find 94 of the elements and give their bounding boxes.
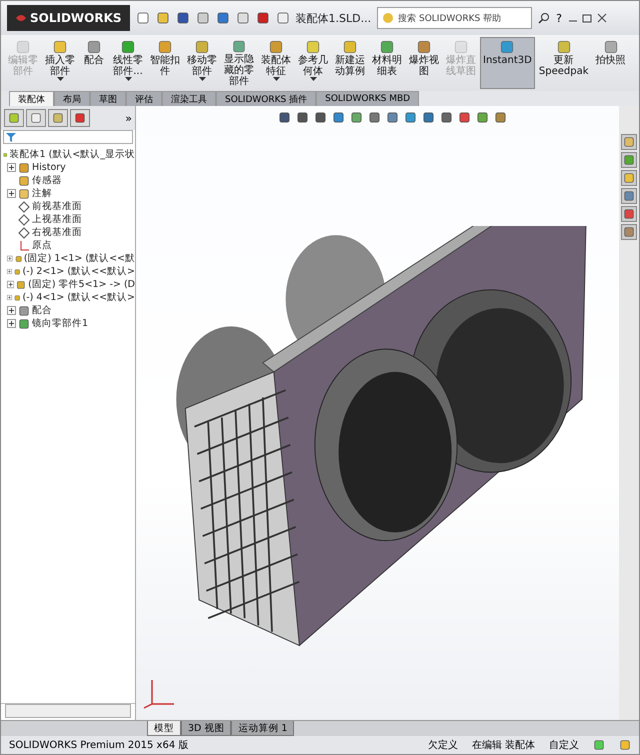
task-pane-icon <box>623 190 635 202</box>
command-tab[interactable]: 草图 <box>90 91 126 106</box>
product-version: SOLIDWORKS Premium 2015 x64 版 <box>9 739 190 752</box>
command-tab[interactable]: SOLIDWORKS 插件 <box>216 91 316 106</box>
feature-tree-tab[interactable] <box>4 109 24 127</box>
tree-item[interactable]: 上视基准面 <box>32 213 82 226</box>
tree-item[interactable]: (-) 4<1> (默认<<默认> <box>22 291 135 304</box>
tree-item[interactable]: 前视基准面 <box>32 200 82 213</box>
expand-panel-button[interactable]: » <box>125 112 132 124</box>
origin-icon <box>18 240 30 252</box>
property-tab[interactable] <box>26 109 46 127</box>
display-tab[interactable] <box>70 109 90 127</box>
ribbon-button[interactable]: 智能扣 件 <box>147 37 183 89</box>
model-tab[interactable]: 运动算例 1 <box>231 721 294 736</box>
view-tool-icon <box>386 111 399 124</box>
expand-toggle[interactable] <box>7 280 14 289</box>
view-tool-icon <box>422 111 435 124</box>
status-text: 自定义 <box>549 738 579 752</box>
app-logo: SOLIDWORKS <box>7 5 130 31</box>
tree-item[interactable]: 右视基准面 <box>32 226 82 239</box>
ribbon-button[interactable]: Instant3D <box>480 37 535 89</box>
plane-icon <box>18 226 30 238</box>
view-tool-icon <box>476 111 489 124</box>
task-pane-button[interactable] <box>621 170 637 186</box>
ribbon-button[interactable]: 配合 <box>79 37 109 89</box>
ribbon-button[interactable]: 爆炸视 图 <box>406 37 442 89</box>
view-tool-icon <box>494 111 507 124</box>
document-title: 装配体1.SLD... <box>296 10 372 26</box>
view-tool-icon <box>314 111 327 124</box>
plane-icon <box>18 200 30 212</box>
expand-toggle[interactable] <box>7 293 12 302</box>
task-pane-button[interactable] <box>621 152 637 168</box>
ribbon-button[interactable]: 拍快照 <box>592 37 628 89</box>
view-tool-icon <box>296 111 309 124</box>
task-pane-button[interactable] <box>621 188 637 204</box>
expand-toggle[interactable] <box>7 306 16 315</box>
expand-toggle[interactable] <box>7 319 16 328</box>
tree-item[interactable]: (固定) 1<1> (默认<<默 <box>24 252 135 265</box>
configuration-tab[interactable] <box>48 109 68 127</box>
tree-item[interactable]: 装配体1 (默认<默认_显示状 <box>10 148 135 161</box>
command-tab[interactable]: SOLIDWORKS MBD <box>316 91 420 106</box>
ribbon-button[interactable]: 新建运 动算例 <box>332 37 368 89</box>
view-tool-icon <box>440 111 453 124</box>
horizontal-scrollbar[interactable] <box>5 704 131 718</box>
tree-item[interactable]: History <box>32 162 66 173</box>
task-pane-button[interactable] <box>621 224 637 240</box>
command-tab[interactable]: 渲染工具 <box>162 91 216 106</box>
model-tab[interactable]: 3D 视图 <box>181 721 232 736</box>
expand-toggle[interactable] <box>7 189 16 198</box>
expand-toggle[interactable] <box>7 163 16 172</box>
search-field[interactable]: 搜索 SOLIDWORKS 帮助 <box>377 7 532 29</box>
help-button[interactable]: ? <box>556 12 562 24</box>
command-tab[interactable]: 布局 <box>54 91 90 106</box>
view-tool-icon <box>458 111 471 124</box>
tree-item[interactable]: 镜向零部件1 <box>32 317 88 330</box>
tree-item[interactable]: 配合 <box>32 304 52 317</box>
task-pane-icon <box>623 136 635 148</box>
view-tool-icon <box>278 111 291 124</box>
tree-item[interactable]: 注解 <box>32 187 52 200</box>
task-pane-icon <box>623 208 635 220</box>
tree-item[interactable]: (-) 2<1> (默认<<默认> <box>22 265 135 278</box>
ribbon-button[interactable]: 参考几 何体 <box>295 37 331 89</box>
search-icon[interactable] <box>538 12 550 24</box>
ribbon-button[interactable]: 材料明 细表 <box>369 37 405 89</box>
tree-item[interactable]: 原点 <box>32 239 52 252</box>
ribbon-button[interactable]: 显示隐 藏的零 部件 <box>221 37 257 89</box>
tree-item[interactable]: 传感器 <box>32 174 62 187</box>
view-tool-icon <box>332 111 345 124</box>
filter-field[interactable] <box>3 130 133 144</box>
view-tool-icon <box>350 111 363 124</box>
command-tab[interactable]: 装配体 <box>9 91 54 106</box>
command-tab[interactable]: 评估 <box>126 91 162 106</box>
task-pane-icon <box>623 154 635 166</box>
ribbon-button[interactable]: 线性零 部件... <box>110 37 146 89</box>
filter-icon <box>6 132 16 142</box>
status-text: 欠定义 <box>428 738 458 752</box>
ribbon-button[interactable]: 移动零 部件 <box>184 37 220 89</box>
task-pane-icon <box>623 172 635 184</box>
logo-mark-icon <box>15 12 27 24</box>
plane-icon <box>18 214 30 226</box>
task-pane-icon <box>623 226 635 238</box>
ribbon-button[interactable]: 插入零 部件 <box>42 37 78 89</box>
view-tool-icon <box>368 111 381 124</box>
task-pane-button[interactable] <box>621 134 637 150</box>
task-pane-button[interactable] <box>621 206 637 222</box>
expand-toggle[interactable] <box>7 254 13 263</box>
ribbon-button[interactable]: 更新 Speedpak <box>536 37 592 89</box>
model-tab[interactable]: 模型 <box>147 721 181 736</box>
expand-toggle[interactable] <box>7 267 12 276</box>
view-tool-icon <box>404 111 417 124</box>
ribbon-button[interactable]: 装配体 特征 <box>258 37 294 89</box>
status-text: 在编辑 装配体 <box>472 738 535 752</box>
window-controls-icon[interactable] <box>568 13 608 23</box>
tree-item[interactable]: (固定) 零件5<1> -> (D <box>28 278 135 291</box>
